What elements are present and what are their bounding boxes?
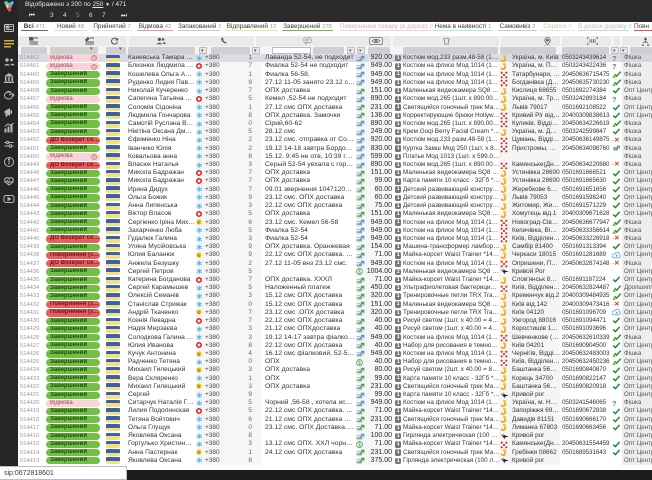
- svg-text:lc: lc: [198, 385, 201, 389]
- svg-text:lc: lc: [198, 368, 201, 372]
- svg-text:lc: lc: [198, 451, 201, 455]
- svg-text:lc: lc: [198, 221, 201, 225]
- svg-text:lc: lc: [198, 352, 201, 356]
- svg-text:lc: lc: [198, 311, 201, 315]
- svg-text:lc: lc: [198, 253, 201, 257]
